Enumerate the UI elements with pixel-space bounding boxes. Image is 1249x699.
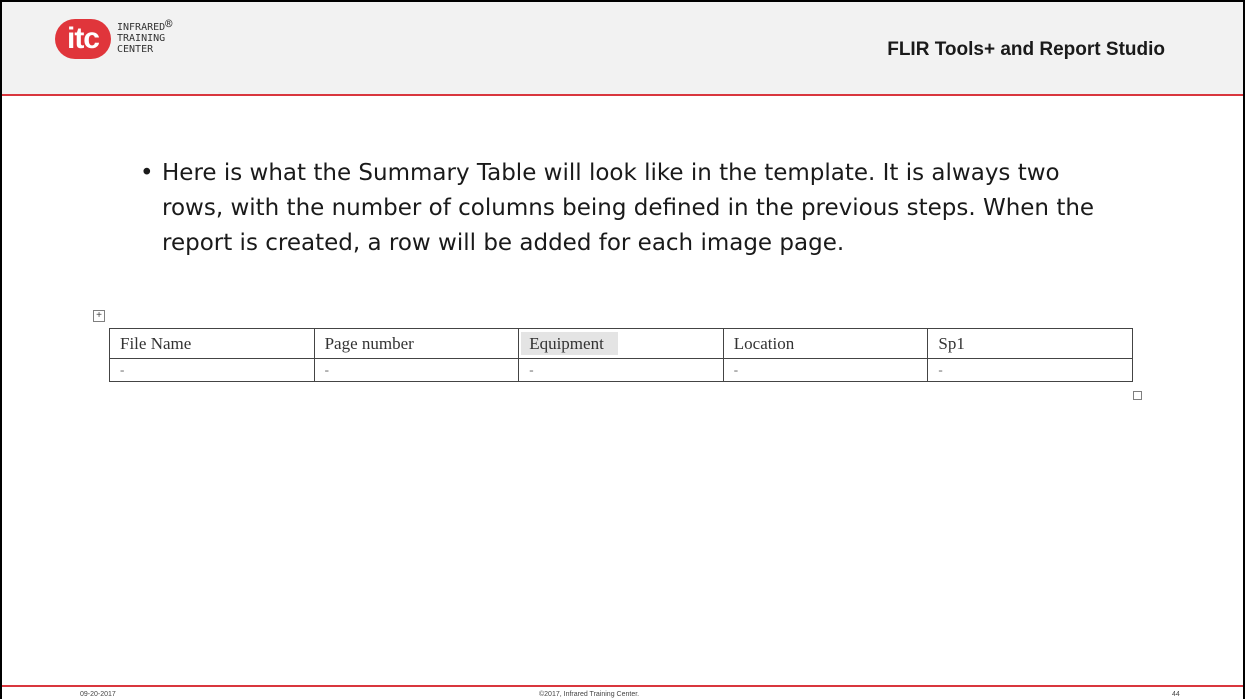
logo-line-1: INFRARED xyxy=(117,22,166,33)
table-move-handle-icon[interactable]: + xyxy=(93,310,105,322)
logo-wordmark: INFRARED® TRAINING CENTER xyxy=(117,18,227,55)
logo-line-3: CENTER xyxy=(117,44,154,55)
table-header-cell[interactable]: Page number xyxy=(313,328,520,359)
table-header-cell[interactable]: Sp1 xyxy=(927,328,1133,359)
footer-page-number: 44 xyxy=(1172,691,1180,698)
slide: itc INFRARED® TRAINING CENTER FLIR Tools… xyxy=(0,0,1245,699)
logo-line-2: TRAINING xyxy=(117,33,166,44)
table-header-cell[interactable]: File Name xyxy=(109,328,315,359)
table-cell[interactable]: - xyxy=(518,358,724,382)
table-header-row: File Name Page number Equipment Location… xyxy=(109,328,1133,359)
table-cell[interactable]: - xyxy=(109,358,315,382)
footer-date: 09-20-2017 xyxy=(80,691,116,698)
table-cell[interactable]: - xyxy=(927,358,1133,382)
table-resize-handle[interactable] xyxy=(1133,391,1142,400)
table-header-cell[interactable]: Equipment xyxy=(518,328,724,359)
table-row: - - - - - xyxy=(109,358,1133,382)
table-cell[interactable]: - xyxy=(313,358,520,382)
registered-mark: ® xyxy=(165,17,173,31)
slide-header: itc INFRARED® TRAINING CENTER FLIR Tools… xyxy=(2,2,1243,96)
bullet-text: Here is what the Summary Table will look… xyxy=(162,160,1095,256)
logo-mark: itc xyxy=(55,19,111,59)
slide-title: FLIR Tools+ and Report Studio xyxy=(887,39,1165,60)
highlighted-header-text: Equipment xyxy=(521,331,618,355)
footer-copyright: ©2017, Infrared Training Center. xyxy=(539,691,640,698)
summary-table: File Name Page number Equipment Location… xyxy=(109,328,1133,382)
bullet-icon: • xyxy=(140,160,154,186)
bullet-item: • Here is what the Summary Table will lo… xyxy=(140,156,1110,261)
table-cell[interactable]: - xyxy=(722,358,929,382)
table-header-cell[interactable]: Location xyxy=(722,328,929,359)
footer-divider xyxy=(2,685,1243,687)
